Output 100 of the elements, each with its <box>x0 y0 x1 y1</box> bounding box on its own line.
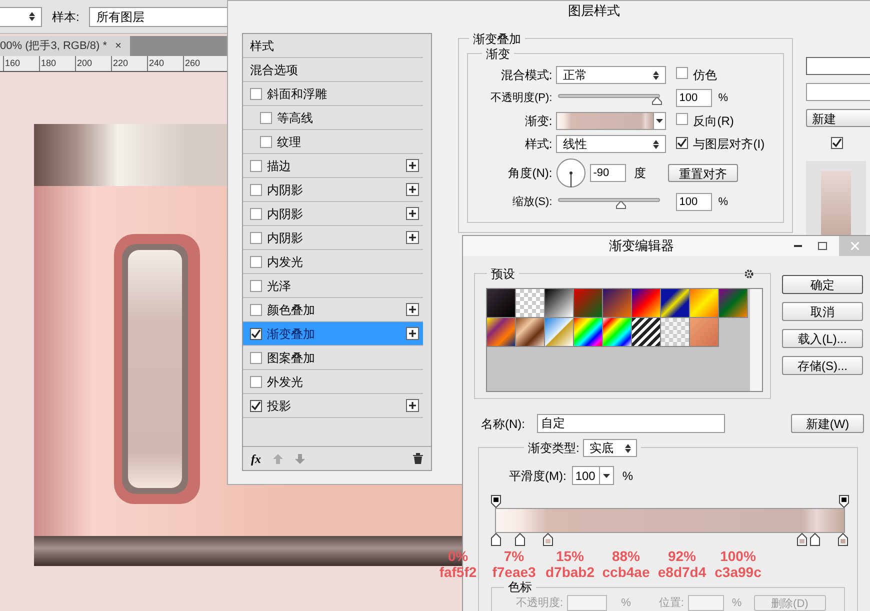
checkbox[interactable] <box>250 304 262 316</box>
gradient-preset-swatch[interactable] <box>574 289 603 318</box>
color-stop-marker[interactable] <box>839 495 849 508</box>
fx-button[interactable]: fx <box>251 450 261 468</box>
close-button[interactable]: × <box>114 38 122 54</box>
plus-icon[interactable] <box>406 231 419 244</box>
checkbox[interactable] <box>260 136 272 148</box>
style-list-subitem[interactable]: 等高线 <box>243 106 423 130</box>
dialog-button[interactable]: 取消 <box>782 302 863 321</box>
dialog-button[interactable]: 确定 <box>782 275 863 294</box>
style-list-item[interactable]: 内阴影 <box>243 178 423 202</box>
style-list-header[interactable]: 混合选项 <box>243 58 423 82</box>
color-stop-marker[interactable] <box>796 533 807 546</box>
color-stop-marker[interactable] <box>543 533 554 546</box>
style-list-item[interactable]: 渐变叠加 <box>243 322 423 346</box>
gradient-preset-swatch[interactable] <box>545 318 574 347</box>
gradient-preset-swatch[interactable] <box>690 289 719 318</box>
style-list-item[interactable]: 光泽 <box>243 274 423 298</box>
smoothness-input[interactable]: 100 <box>572 466 614 485</box>
plus-icon[interactable] <box>406 207 419 220</box>
style-list-item[interactable]: 斜面和浮雕 <box>243 82 423 106</box>
checkbox[interactable] <box>676 67 688 79</box>
mode-select[interactable] <box>0 6 42 26</box>
checkbox[interactable] <box>250 352 262 364</box>
plus-icon[interactable] <box>406 159 419 172</box>
gradient-preset-swatch[interactable] <box>545 289 574 318</box>
color-stop-marker[interactable] <box>491 533 501 546</box>
trash-icon[interactable] <box>413 453 424 464</box>
plus-icon[interactable] <box>406 303 419 316</box>
maximize-icon[interactable] <box>818 242 827 250</box>
sample-select[interactable]: 所有图层 <box>89 6 230 26</box>
reset-align-button[interactable]: 重置对齐 <box>668 164 738 182</box>
checkbox[interactable] <box>250 280 262 292</box>
gradient-preset-swatch[interactable] <box>661 289 690 318</box>
gradient-type-select[interactable]: 实底 <box>583 439 638 457</box>
style-list-item[interactable]: 外发光 <box>243 370 423 394</box>
checkbox[interactable] <box>676 113 688 125</box>
checkbox[interactable] <box>250 256 262 268</box>
checkbox[interactable] <box>250 88 262 100</box>
plus-icon[interactable] <box>406 183 419 196</box>
gradient-preset-swatch[interactable] <box>719 289 748 318</box>
checkbox[interactable] <box>250 160 262 172</box>
gradient-preset-swatch[interactable] <box>661 318 690 347</box>
color-stop-marker[interactable] <box>810 533 820 546</box>
name-input[interactable]: 自定 <box>537 414 725 433</box>
document-tab[interactable]: 00% (把手3, RGB/8) * × <box>0 36 130 56</box>
ruler-label: 160 <box>3 56 39 71</box>
gradient-preset-swatch[interactable] <box>516 289 545 318</box>
checkbox[interactable] <box>250 400 262 412</box>
gradient-picker[interactable] <box>556 112 666 130</box>
new-style-button[interactable]: 新建 <box>806 109 870 127</box>
unit-label: % <box>718 90 728 106</box>
dialog-button[interactable] <box>806 57 870 75</box>
checkbox[interactable] <box>260 112 272 124</box>
angle-input[interactable]: -90 <box>590 164 626 182</box>
stop-color-annotation: c3a99c <box>714 564 762 580</box>
plus-icon[interactable] <box>406 399 419 412</box>
dialog-button[interactable]: 存储(S)... <box>782 356 863 375</box>
stop-opacity-input[interactable] <box>567 595 608 611</box>
style-list-item[interactable]: 描边 <box>243 154 423 178</box>
checkbox[interactable] <box>250 376 262 388</box>
dialog-button[interactable] <box>806 83 870 101</box>
scale-input[interactable]: 100 <box>676 193 712 211</box>
gradient-preset-swatch[interactable] <box>516 318 545 347</box>
color-stop-marker[interactable] <box>838 533 848 546</box>
checkbox[interactable] <box>250 232 262 244</box>
style-list-item[interactable]: 内阴影 <box>243 202 423 226</box>
style-list-item[interactable]: 内阴影 <box>243 226 423 250</box>
preview-checkbox[interactable] <box>831 137 843 149</box>
style-list-header[interactable]: 样式 <box>243 34 423 58</box>
style-list-subitem[interactable]: 纹理 <box>243 130 423 154</box>
gradient-preset-swatch[interactable] <box>487 318 516 347</box>
checkbox[interactable] <box>250 184 262 196</box>
style-list-item[interactable]: 投影 <box>243 394 423 418</box>
stop-color-annotation: d7bab2 <box>545 564 594 580</box>
style-list-item[interactable]: 图案叠加 <box>243 346 423 370</box>
angle-dial[interactable] <box>556 158 586 188</box>
gradient-preset-swatch[interactable] <box>603 289 632 318</box>
plus-icon[interactable] <box>406 327 419 340</box>
gradient-preset-swatch[interactable] <box>690 318 719 347</box>
style-list-item[interactable]: 内发光 <box>243 250 423 274</box>
opacity-input[interactable]: 100 <box>676 89 712 107</box>
style-select[interactable]: 线性 <box>556 135 666 153</box>
gradient-preset-swatch[interactable] <box>487 289 516 318</box>
gradient-preset-swatch[interactable] <box>632 318 661 347</box>
gradient-preset-swatch[interactable] <box>603 318 632 347</box>
new-gradient-button[interactable]: 新建(W) <box>791 414 864 433</box>
scrollbar[interactable] <box>750 289 762 391</box>
gradient-preset-swatch[interactable] <box>574 318 603 347</box>
checkbox[interactable] <box>676 137 688 149</box>
checkbox[interactable] <box>250 328 262 340</box>
color-stop-marker[interactable] <box>491 495 501 508</box>
gradient-preset-swatch[interactable] <box>632 289 661 318</box>
style-label: 投影 <box>267 398 292 414</box>
checkbox[interactable] <box>250 208 262 220</box>
dialog-button[interactable]: 载入(L)... <box>782 329 863 348</box>
stop-position-input[interactable] <box>688 595 724 611</box>
gear-icon[interactable] <box>744 269 754 279</box>
color-stop-marker[interactable] <box>515 533 526 546</box>
blend-mode-select[interactable]: 正常 <box>556 66 666 84</box>
